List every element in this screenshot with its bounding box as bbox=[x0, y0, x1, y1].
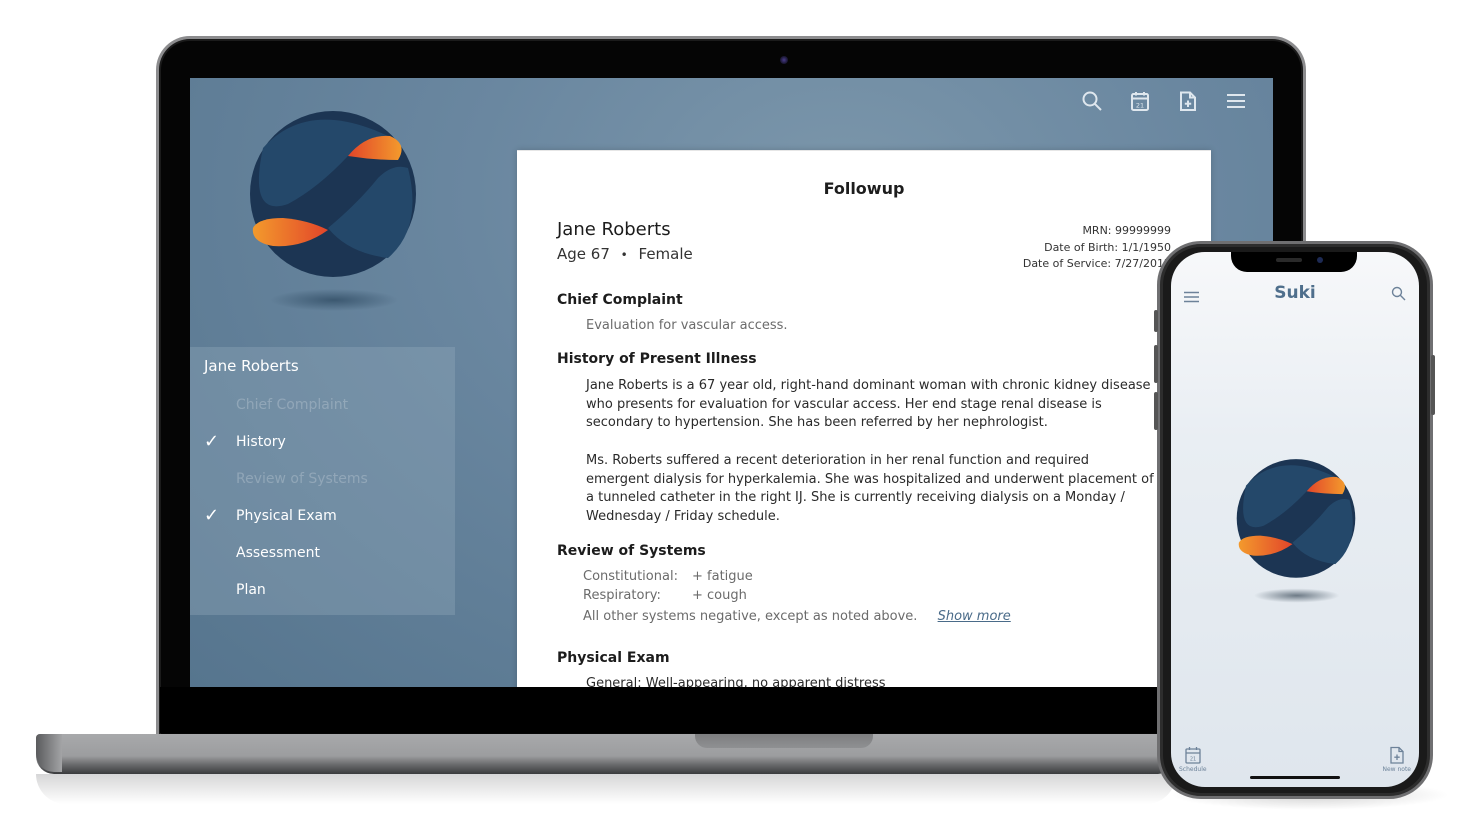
nav-item-assessment[interactable]: Assessment bbox=[236, 545, 320, 561]
ros-value: + cough bbox=[692, 588, 747, 603]
section-heading-chief-complaint: Chief Complaint bbox=[557, 292, 683, 308]
laptop-opening-notch bbox=[695, 734, 873, 748]
phone-camera bbox=[1317, 257, 1323, 263]
new-note-button[interactable] bbox=[1175, 88, 1201, 114]
search-icon bbox=[1082, 91, 1102, 111]
ros-value: + fatigue bbox=[692, 569, 753, 584]
phone-volume-down bbox=[1154, 392, 1158, 430]
hpi-paragraph: Jane Roberts is a 67 year old, right-han… bbox=[586, 378, 1151, 430]
section-heading-hpi: History of Present Illness bbox=[557, 351, 757, 367]
ros-label: Constitutional: bbox=[583, 569, 678, 584]
note-sections-panel: Jane Roberts Chief Complaint ✓ History R… bbox=[190, 347, 455, 615]
new-note-icon bbox=[1180, 91, 1196, 111]
phone-power-button bbox=[1431, 355, 1435, 415]
tab-schedule-label: Schedule bbox=[1179, 766, 1207, 773]
search-button[interactable] bbox=[1079, 88, 1105, 114]
calendar-button[interactable]: 21 bbox=[1127, 88, 1153, 114]
phone-speaker bbox=[1276, 258, 1302, 262]
svg-text:21: 21 bbox=[1190, 757, 1196, 763]
patient-meta: MRN: 99999999 Date of Birth: 1/1/1950 Da… bbox=[1023, 223, 1171, 273]
nav-item-chief-complaint[interactable]: Chief Complaint bbox=[236, 397, 348, 413]
show-more-link[interactable]: Show more bbox=[938, 609, 1011, 624]
menu-button[interactable] bbox=[1223, 88, 1249, 114]
section-heading-physical-exam: Physical Exam bbox=[557, 650, 670, 666]
patient-name: Jane Roberts bbox=[557, 219, 671, 240]
new-note-icon bbox=[1390, 746, 1404, 764]
calendar-icon: 21 bbox=[1131, 92, 1149, 111]
nav-item-plan[interactable]: Plan bbox=[236, 582, 266, 598]
note-title: Followup bbox=[823, 179, 905, 198]
section-heading-ros: Review of Systems bbox=[557, 543, 706, 559]
mobile-app-title: Suki bbox=[1274, 283, 1316, 303]
tab-new-note-label: New note bbox=[1382, 766, 1411, 773]
phone-volume-up bbox=[1154, 345, 1158, 383]
nav-item-review-of-systems[interactable]: Review of Systems bbox=[236, 471, 368, 487]
tab-schedule[interactable]: 21 Schedule bbox=[1179, 746, 1207, 773]
home-indicator[interactable] bbox=[1250, 776, 1340, 779]
calendar-icon: 21 bbox=[1185, 747, 1201, 764]
laptop-bezel-bottom bbox=[160, 687, 1160, 733]
svg-text:21: 21 bbox=[1136, 102, 1144, 110]
menu-icon bbox=[1227, 94, 1245, 108]
top-toolbar: 21 bbox=[1079, 88, 1249, 114]
mobile-app-screen: Suki 21 Schedule New note bbox=[1171, 252, 1419, 787]
nav-item-history[interactable]: History bbox=[236, 434, 286, 450]
laptop-base bbox=[36, 734, 1176, 774]
ros-label: Respiratory: bbox=[583, 588, 661, 603]
patient-demographics: Age 67 • Female bbox=[557, 245, 693, 263]
ros-summary-row: All other systems negative, except as no… bbox=[583, 609, 1011, 624]
mobile-search-button[interactable] bbox=[1391, 286, 1406, 305]
nav-item-physical-exam[interactable]: Physical Exam bbox=[236, 508, 337, 524]
checkmark-icon: ✓ bbox=[204, 505, 220, 526]
phone-notch bbox=[1231, 252, 1357, 272]
suki-logo-icon bbox=[1236, 459, 1356, 603]
desktop-app-screen: 21 Jane Roberts Chief Complaint ✓ Histor… bbox=[190, 78, 1273, 687]
separator-dot: • bbox=[620, 248, 628, 262]
nav-patient-name: Jane Roberts bbox=[204, 357, 299, 375]
date-of-birth: Date of Birth: 1/1/1950 bbox=[1044, 240, 1171, 254]
chief-complaint-text: Evaluation for vascular access. bbox=[586, 318, 788, 333]
hpi-paragraph: Ms. Roberts suffered a recent deteriorat… bbox=[586, 453, 1154, 524]
laptop-camera bbox=[780, 56, 788, 64]
tab-new-note[interactable]: New note bbox=[1382, 746, 1411, 773]
ros-row: Constitutional: + fatigue bbox=[583, 569, 753, 584]
patient-sex: Female bbox=[638, 245, 693, 263]
patient-age: Age 67 bbox=[557, 245, 610, 263]
phone-mute-switch bbox=[1154, 310, 1158, 332]
ros-summary: All other systems negative, except as no… bbox=[583, 609, 918, 624]
search-icon bbox=[1391, 286, 1406, 301]
ros-row: Respiratory: + cough bbox=[583, 588, 747, 603]
date-of-service: Date of Service: 7/27/2017 bbox=[1022, 257, 1171, 270]
suki-logo-icon bbox=[250, 111, 416, 311]
checkmark-icon: ✓ bbox=[204, 431, 220, 452]
physical-exam-text: General: Well-appearing, no apparent dis… bbox=[586, 676, 886, 687]
mrn: MRN: 99999999 bbox=[1082, 224, 1171, 237]
laptop-reflection bbox=[36, 774, 1176, 804]
clinical-note-document: Followup Jane Roberts Age 67 • Female MR… bbox=[517, 150, 1211, 687]
